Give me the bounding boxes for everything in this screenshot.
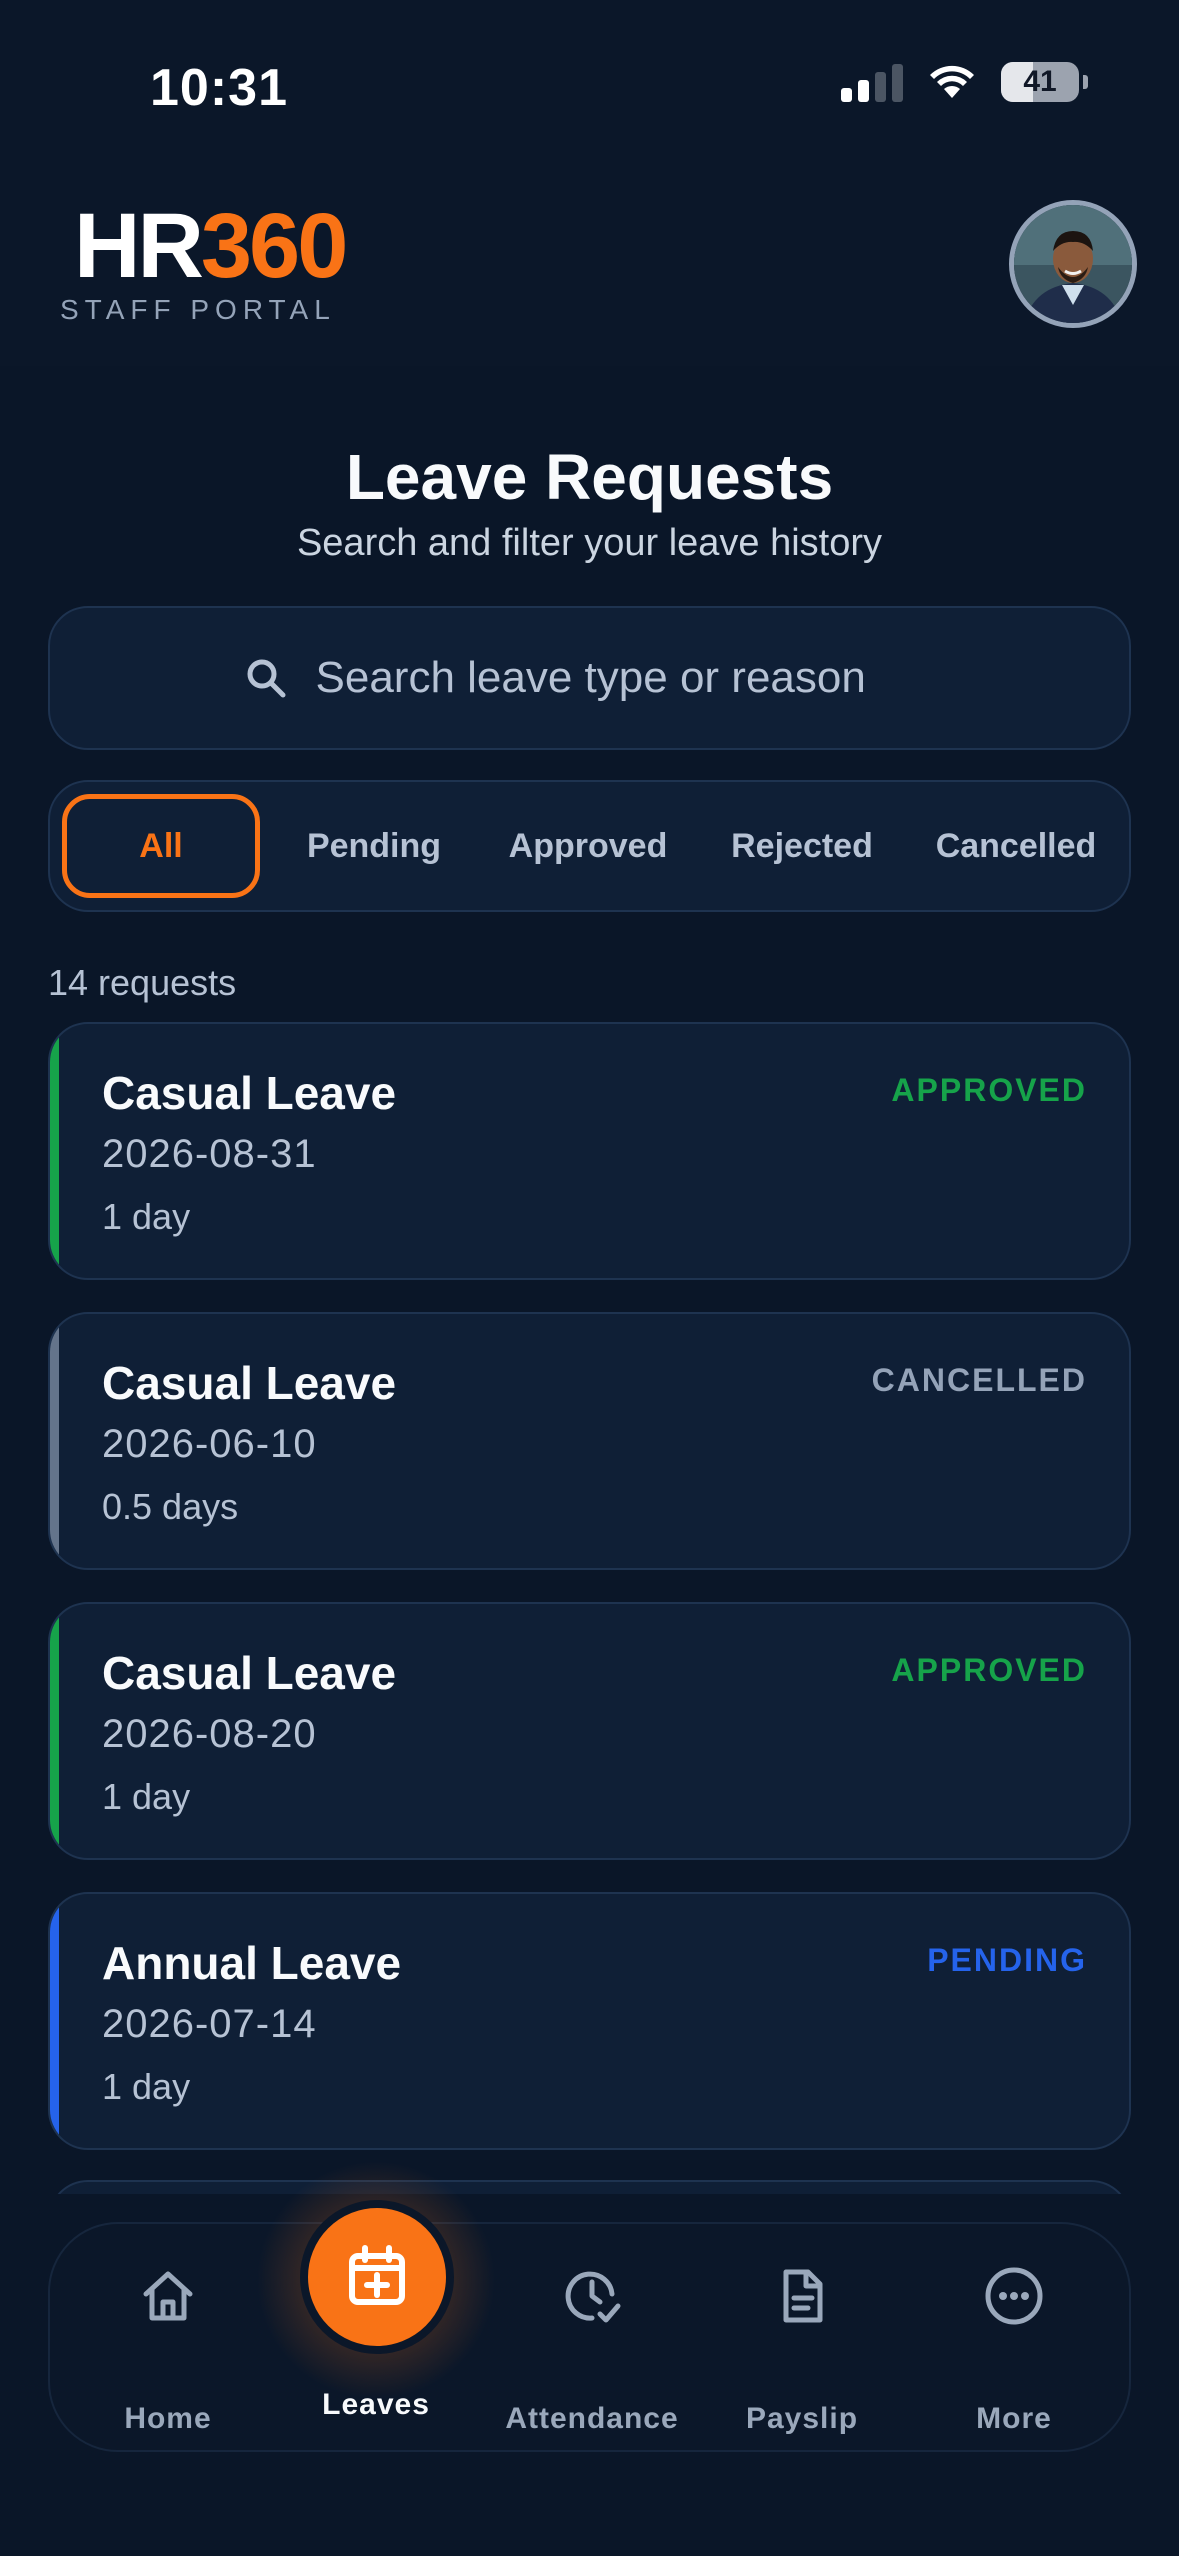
cellular-signal-icon bbox=[841, 62, 903, 102]
battery-level: 41 bbox=[1023, 65, 1057, 98]
filter-tab-all[interactable]: All bbox=[62, 794, 260, 898]
calendar-plus-icon bbox=[349, 2245, 405, 2305]
status-stripe bbox=[50, 1024, 59, 1278]
nav-attendance[interactable]: Attendance bbox=[492, 2224, 692, 2454]
status-badge: APPROVED bbox=[891, 1652, 1087, 1688]
filter-tab-cancelled[interactable]: Cancelled bbox=[916, 794, 1116, 898]
nav-home[interactable]: Home bbox=[68, 2224, 268, 2454]
status-badge: CANCELLED bbox=[871, 1362, 1087, 1398]
nav-payslip[interactable]: Payslip bbox=[702, 2224, 902, 2454]
nav-more-label: More bbox=[976, 2402, 1052, 2435]
nav-payslip-label: Payslip bbox=[745, 2402, 859, 2435]
nav-more[interactable]: More bbox=[914, 2224, 1114, 2454]
filter-tab-approved[interactable]: Approved bbox=[488, 794, 688, 898]
leave-request-card[interactable]: Annual Leave 2026-07-14 1 day PENDING bbox=[48, 1892, 1131, 2150]
filter-tab-pending[interactable]: Pending bbox=[274, 794, 474, 898]
wifi-icon bbox=[930, 65, 974, 98]
search-icon bbox=[247, 659, 285, 698]
leave-request-card[interactable]: Casual Leave 2026-06-10 0.5 days CANCELL… bbox=[48, 1312, 1131, 1570]
status-time: 10:31 bbox=[150, 59, 288, 117]
status-badge: PENDING bbox=[927, 1942, 1087, 1978]
status-filter-tabs: All Pending Approved Rejected Cancelled bbox=[48, 780, 1131, 912]
search-input[interactable] bbox=[315, 653, 936, 703]
nav-home-label: Home bbox=[124, 2402, 212, 2435]
document-icon bbox=[783, 2269, 823, 2323]
leave-date: 2026-06-10 bbox=[102, 1422, 317, 1466]
clock-check-icon bbox=[565, 2271, 621, 2323]
page-title: Leave Requests bbox=[345, 441, 834, 513]
leave-request-card[interactable]: Casual Leave 2026-08-31 1 day APPROVED bbox=[48, 1022, 1131, 1280]
hr360-logo: HR360 bbox=[74, 195, 348, 297]
request-count: 14 requests bbox=[48, 962, 237, 1003]
nav-attendance-label: Attendance bbox=[505, 2402, 679, 2435]
filter-tab-rejected[interactable]: Rejected bbox=[702, 794, 902, 898]
leave-request-card[interactable]: Casual Leave 2026-08-20 1 day APPROVED bbox=[48, 1602, 1131, 1860]
leave-type: Casual Leave bbox=[102, 1067, 397, 1119]
status-bar: 10:31 41 bbox=[0, 0, 1179, 170]
logo-subtitle: STAFF PORTAL bbox=[60, 294, 336, 325]
leave-type: Casual Leave bbox=[102, 1357, 397, 1409]
status-badge: APPROVED bbox=[891, 1072, 1087, 1108]
more-dots-icon bbox=[985, 2267, 1043, 2325]
page-subtitle: Search and filter your leave history bbox=[296, 522, 883, 564]
avatar-portrait-icon bbox=[1014, 205, 1132, 323]
status-stripe bbox=[50, 1314, 59, 1568]
status-stripe bbox=[50, 1894, 59, 2148]
leave-duration: 1 day bbox=[102, 1776, 191, 1817]
battery-icon: 41 bbox=[1001, 62, 1088, 102]
leave-duration: 1 day bbox=[102, 2066, 191, 2107]
leave-duration: 1 day bbox=[102, 1196, 191, 1237]
app-header: HR360 STAFF PORTAL bbox=[0, 170, 1179, 366]
leave-type: Casual Leave bbox=[102, 1647, 397, 1699]
leave-duration: 0.5 days bbox=[102, 1486, 239, 1527]
home-icon bbox=[143, 2271, 193, 2321]
status-icons: 41 bbox=[841, 62, 1088, 102]
leave-type: Annual Leave bbox=[102, 1937, 402, 1989]
bottom-nav: Home Attendance Payslip More bbox=[48, 2222, 1131, 2452]
search-bar[interactable] bbox=[48, 606, 1131, 750]
user-avatar[interactable] bbox=[1009, 200, 1137, 328]
status-stripe bbox=[50, 1604, 59, 1858]
leave-date: 2026-07-14 bbox=[102, 2002, 317, 2046]
leave-date: 2026-08-20 bbox=[102, 1712, 317, 1756]
nav-leaves-label: Leaves bbox=[322, 2388, 430, 2421]
nav-leaves-button[interactable] bbox=[300, 2200, 454, 2354]
leave-date: 2026-08-31 bbox=[102, 1132, 317, 1176]
